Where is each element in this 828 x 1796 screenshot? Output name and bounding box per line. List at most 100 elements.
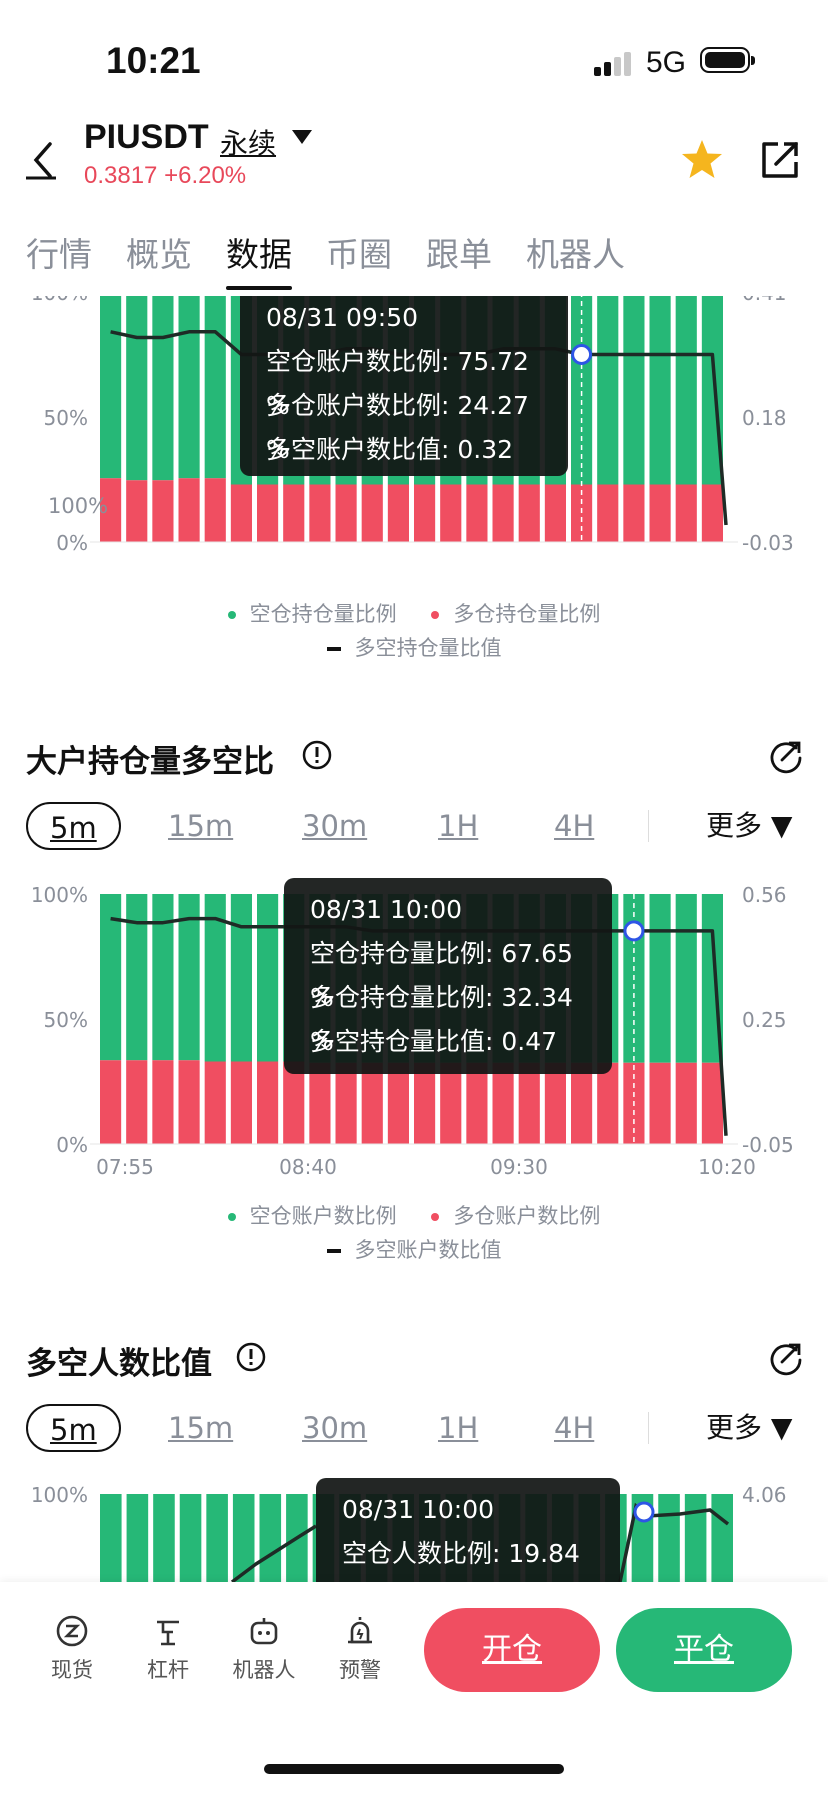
bar-short (153, 1494, 175, 1582)
open-position-button[interactable]: 开仓 (424, 1608, 600, 1692)
legend-item[interactable]: 多仓账户数比例 (431, 1204, 600, 1228)
legend-item[interactable]: 多空账户数比值 (326, 1238, 502, 1262)
chart3-viewport: 100% 4.06 08/31 10:00 空仓人数比例: 19.84 % (0, 1476, 828, 1582)
hover-point (623, 920, 645, 942)
home-indicator[interactable] (264, 1764, 564, 1774)
period-1h[interactable]: 1H (438, 1404, 478, 1452)
left-tick-label: 0% (56, 1133, 88, 1157)
chart1-legend: 空仓持仓量比例 多仓持仓量比例 (0, 598, 828, 628)
x-tick-label: 09:30 (490, 553, 548, 556)
spot-icon (56, 1615, 88, 1647)
bar-long (309, 1062, 331, 1144)
chart2-legend: 空仓账户数比例 多仓账户数比例 (0, 1200, 828, 1230)
tooltip-time: 08/31 09:50 (266, 303, 419, 332)
alert-label: 预警 (339, 1658, 381, 1682)
tooltip-row: 多空持仓量比值: 0.47 (310, 1027, 558, 1056)
bar-long (675, 1062, 697, 1144)
chart3-tooltip: 08/31 10:00 空仓人数比例: 19.84 % (316, 1478, 620, 1582)
period-5m[interactable]: 5m (26, 802, 121, 850)
legend-label: 多空持仓量比值 (354, 636, 502, 660)
line-dash-icon (326, 647, 341, 651)
main-tabs: 行情 概览 数据 币圈 跟单 机器人 (0, 228, 828, 290)
change-percent: +6.20% (164, 162, 247, 189)
period-30m[interactable]: 30m (302, 1404, 367, 1452)
c1-left-tick-100: 100% (48, 494, 109, 518)
back-icon[interactable] (26, 140, 66, 180)
bar-short (257, 894, 279, 1062)
period-4h[interactable]: 4H (554, 1404, 594, 1452)
left-tick-label: 100% (31, 296, 88, 305)
more-label: 更多 (706, 1411, 763, 1444)
bar-short (126, 296, 148, 481)
period-30m[interactable]: 30m (302, 802, 367, 850)
tab-copy-trade[interactable]: 跟单 (426, 228, 492, 276)
tab-data[interactable]: 数据 (226, 228, 292, 290)
bar-long (649, 1062, 671, 1144)
spot-button[interactable]: 现货 (32, 1614, 112, 1684)
tooltip-row: 空仓人数比例: 19.84 % (342, 1539, 580, 1568)
hover-point (571, 344, 593, 365)
tab-coin-circle[interactable]: 币圈 (326, 228, 392, 276)
margin-label: 杠杆 (147, 1658, 189, 1682)
legend-item[interactable]: 多仓持仓量比例 (431, 602, 600, 626)
bar-short (684, 1494, 707, 1582)
bar-long (414, 1062, 436, 1144)
signal-icon (594, 52, 634, 76)
robot-button[interactable]: 机器人 (224, 1614, 304, 1684)
period-selector: 5m 15m 30m 1H 4H 更多 ▼ (0, 802, 828, 850)
bar-short (649, 296, 671, 485)
alert-button[interactable]: 预警 (320, 1614, 400, 1684)
x-tick-label: 08:40 (279, 1155, 337, 1176)
alarm-icon (348, 1617, 372, 1644)
period-15m[interactable]: 15m (168, 1404, 233, 1452)
more-dropdown[interactable]: 更多 ▼ (706, 802, 792, 850)
star-icon[interactable] (680, 138, 724, 182)
legend-item[interactable]: 空仓账户数比例 (227, 1204, 397, 1228)
period-15m[interactable]: 15m (168, 802, 233, 850)
hover-point (633, 1501, 655, 1523)
bar-long (152, 1060, 174, 1144)
left-tick-label: 0% (56, 531, 88, 555)
red-dot-icon (431, 611, 440, 619)
x-tick-label: 09:30 (490, 1155, 548, 1176)
legend-item[interactable]: 空仓持仓量比例 (227, 602, 397, 626)
bar-short (126, 894, 148, 1061)
right-tick-label: 0.56 (742, 883, 787, 907)
bar-long (204, 1061, 226, 1144)
margin-button[interactable]: 杠杆 (128, 1614, 208, 1684)
period-1h[interactable]: 1H (438, 802, 478, 850)
bar-long (100, 1060, 122, 1144)
info-icon[interactable] (236, 1342, 266, 1372)
bar-short (675, 296, 697, 485)
right-tick-label: -0.05 (742, 1133, 794, 1157)
legend-label: 空仓持仓量比例 (249, 602, 397, 626)
right-tick-label: 0.41 (742, 296, 787, 305)
tab-market[interactable]: 行情 (26, 228, 92, 276)
bar-short (152, 894, 174, 1061)
tab-overview[interactable]: 概览 (126, 228, 192, 276)
bar-long (178, 1060, 200, 1144)
legend-item[interactable]: 多空持仓量比值 (326, 636, 502, 660)
left-tick-label: 50% (44, 406, 88, 430)
last-price: 0.3817 (84, 162, 158, 189)
bar-short (206, 1494, 228, 1582)
contract-type[interactable]: 永续 (220, 122, 276, 162)
share-icon[interactable] (758, 138, 802, 182)
period-5m[interactable]: 5m (26, 1404, 121, 1452)
battery-icon (700, 47, 755, 73)
expand-chart-icon[interactable] (768, 738, 804, 774)
close-position-button[interactable]: 平仓 (616, 1608, 792, 1692)
period-4h[interactable]: 4H (554, 802, 594, 850)
expand-chart-icon[interactable] (768, 1340, 804, 1376)
info-icon[interactable] (302, 740, 332, 770)
bar-long (544, 1062, 566, 1144)
bar-short (100, 1494, 122, 1582)
more-dropdown[interactable]: 更多 ▼ (706, 1404, 792, 1452)
tooltip-row: 多空账户数比值: 0.32 (266, 435, 514, 464)
more-label: 更多 (706, 809, 763, 842)
dropdown-arrow-icon[interactable] (292, 130, 312, 144)
bar-short (259, 1494, 282, 1582)
tab-robot[interactable]: 机器人 (526, 228, 625, 276)
section-title: 多空人数比值 (26, 1346, 212, 1382)
bar-long (335, 1062, 357, 1144)
